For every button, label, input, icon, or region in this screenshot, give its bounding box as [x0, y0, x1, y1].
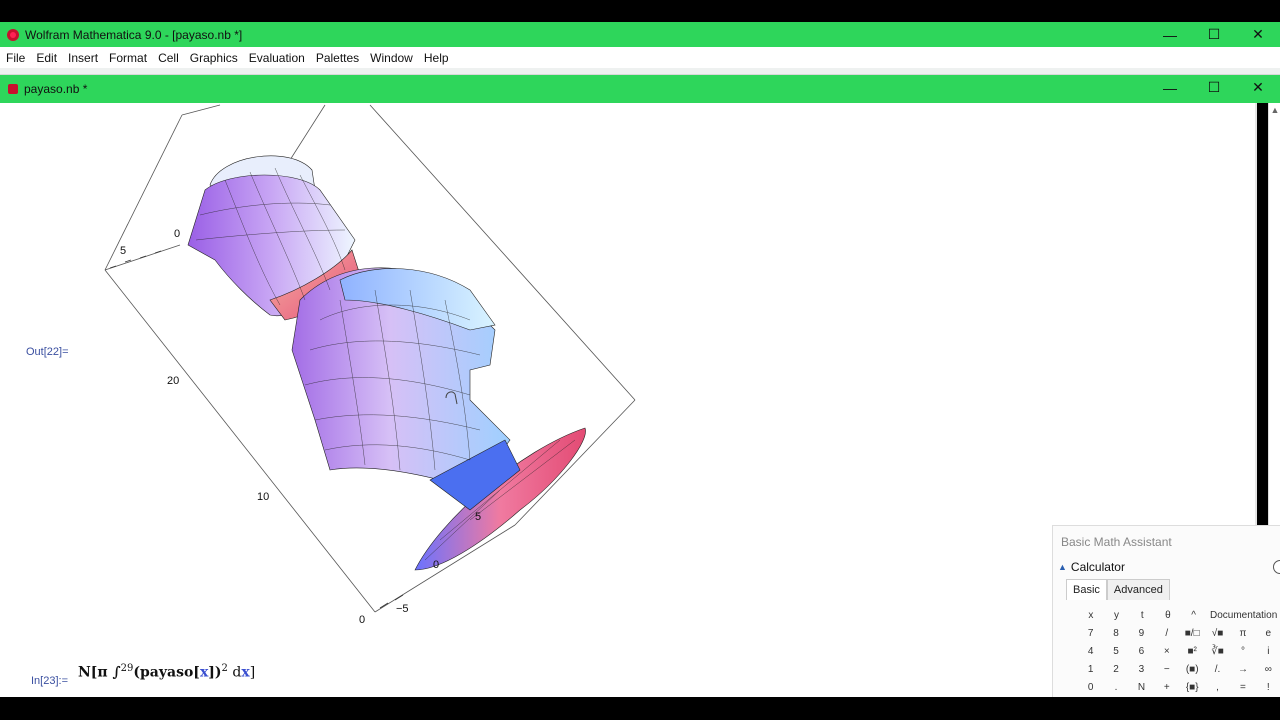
key[interactable]: 1	[1078, 664, 1103, 675]
axis-label-disk-5: 5	[475, 511, 481, 523]
key[interactable]: ^	[1181, 610, 1207, 621]
keypad-row: 4 5 6 × ■² ∛■ ° i	[1078, 642, 1280, 660]
screen-bottom-border	[0, 697, 1280, 720]
key[interactable]: −	[1154, 664, 1179, 675]
mathematica-icon	[7, 28, 19, 41]
minimize-button[interactable]: —	[1148, 22, 1192, 47]
input-diff-var: x	[241, 664, 250, 681]
menu-cell[interactable]: Cell	[152, 51, 184, 65]
axis-label-top-5: 5	[120, 245, 126, 257]
axis-label-bottom-0: 0	[359, 614, 365, 626]
window-title: Wolfram Mathematica 9.0 - [payaso.nb *]	[25, 27, 243, 42]
calculator-label: Calculator	[1070, 560, 1125, 574]
notebook-maximize-button[interactable]: ☐	[1192, 75, 1236, 100]
menu-graphics[interactable]: Graphics	[184, 51, 243, 65]
collapse-caret-icon[interactable]: ▲	[1058, 562, 1067, 572]
axis-label-top-0: 0	[174, 228, 180, 240]
key[interactable]: !	[1256, 682, 1280, 693]
notebook-window-controls: — ☐ ✕	[1148, 75, 1280, 103]
key[interactable]: ,	[1205, 682, 1230, 693]
key[interactable]: (■)	[1180, 664, 1205, 675]
documentation-link[interactable]: Documentation	[1210, 610, 1277, 621]
output-label: Out[22]=	[26, 346, 69, 358]
menu-edit[interactable]: Edit	[30, 51, 62, 65]
key[interactable]: °	[1230, 646, 1255, 657]
menu-insert[interactable]: Insert	[62, 51, 103, 65]
key[interactable]: θ	[1155, 610, 1181, 621]
toolbar-strip	[0, 68, 1280, 75]
key[interactable]: N	[1129, 682, 1154, 693]
key[interactable]: 7	[1078, 628, 1103, 639]
key[interactable]: /	[1154, 628, 1179, 639]
key[interactable]: ■²	[1180, 646, 1205, 657]
tab-advanced[interactable]: Advanced	[1106, 579, 1170, 600]
key[interactable]: .	[1103, 682, 1128, 693]
notebook-title: payaso.nb *	[24, 82, 88, 96]
basic-math-assistant-palette: Basic Math Assistant ▲ Calculator Basic …	[1052, 525, 1280, 698]
input-prefix: N[π ∫	[78, 664, 121, 681]
menu-window[interactable]: Window	[364, 51, 418, 65]
notebook-title-bar: payaso.nb * — ☐ ✕	[0, 75, 1280, 103]
key[interactable]: t	[1129, 610, 1155, 621]
axis-label-neg5: −5	[396, 603, 409, 615]
calculator-section-header[interactable]: ▲ Calculator	[1058, 560, 1125, 574]
axis-label-10: 10	[257, 491, 269, 503]
close-button[interactable]: ✕	[1236, 22, 1280, 47]
menu-format[interactable]: Format	[103, 51, 152, 65]
key[interactable]: √■	[1205, 628, 1230, 639]
input-body-close: ])	[208, 664, 222, 681]
plot3d-output[interactable]: 0 5 20 10 0 −5 5 0	[95, 103, 655, 633]
window-controls: — ☐ ✕	[1148, 22, 1280, 47]
key[interactable]: 3	[1129, 664, 1154, 675]
key[interactable]: i	[1256, 646, 1280, 657]
key[interactable]: ×	[1154, 646, 1179, 657]
input-label: In[23]:=	[31, 675, 69, 687]
screen-top-border	[0, 0, 1280, 22]
palette-title: Basic Math Assistant	[1061, 535, 1172, 549]
input-expression[interactable]: N[π ∫29(payaso[x])2 dx]	[78, 663, 255, 681]
key[interactable]: 5	[1103, 646, 1128, 657]
menu-bar: File Edit Insert Format Cell Graphics Ev…	[0, 47, 1280, 68]
key[interactable]: {■}	[1180, 682, 1205, 693]
menu-help[interactable]: Help	[418, 51, 454, 65]
input-suffix: ]	[249, 664, 256, 681]
key[interactable]: ∛■	[1205, 646, 1230, 657]
key[interactable]: 8	[1103, 628, 1128, 639]
input-diff: d	[227, 664, 242, 681]
palette-option-radio[interactable]	[1273, 560, 1280, 574]
menu-palettes[interactable]: Palettes	[310, 51, 364, 65]
notebook-icon	[8, 84, 18, 94]
key[interactable]: 2	[1103, 664, 1128, 675]
key[interactable]: ■/□	[1180, 628, 1205, 639]
key[interactable]: x	[1078, 610, 1104, 621]
key[interactable]: 6	[1129, 646, 1154, 657]
key[interactable]: y	[1104, 610, 1130, 621]
menu-evaluation[interactable]: Evaluation	[243, 51, 310, 65]
calculator-tabs: Basic Advanced	[1066, 579, 1170, 600]
axis-label-disk-0: 0	[433, 559, 439, 571]
keypad-row: 1 2 3 − (■) /. → ∞	[1078, 660, 1280, 678]
key[interactable]: 9	[1129, 628, 1154, 639]
keypad-row: 0 . N + {■} , = !	[1078, 678, 1280, 696]
notebook-close-button[interactable]: ✕	[1236, 75, 1280, 100]
notebook-minimize-button[interactable]: —	[1148, 75, 1192, 100]
input-upper-limit: 29	[120, 663, 134, 674]
key[interactable]: ∞	[1256, 664, 1280, 675]
key[interactable]: =	[1230, 682, 1255, 693]
key[interactable]: e	[1256, 628, 1280, 639]
menu-file[interactable]: File	[0, 51, 30, 65]
input-body-open: (payaso[	[133, 664, 200, 681]
key[interactable]: →	[1230, 664, 1255, 675]
scroll-up-arrow-icon[interactable]: ▲	[1269, 105, 1280, 115]
key[interactable]: /.	[1205, 664, 1230, 675]
maximize-button[interactable]: ☐	[1192, 22, 1236, 47]
key[interactable]: 4	[1078, 646, 1103, 657]
axis-label-20: 20	[167, 375, 179, 387]
keypad-row: 7 8 9 / ■/□ √■ π e	[1078, 624, 1280, 642]
tab-basic[interactable]: Basic	[1066, 579, 1107, 600]
key[interactable]: +	[1154, 682, 1179, 693]
app-title-bar: Wolfram Mathematica 9.0 - [payaso.nb *] …	[0, 22, 1280, 47]
key[interactable]: 0	[1078, 682, 1103, 693]
key[interactable]: π	[1230, 628, 1255, 639]
